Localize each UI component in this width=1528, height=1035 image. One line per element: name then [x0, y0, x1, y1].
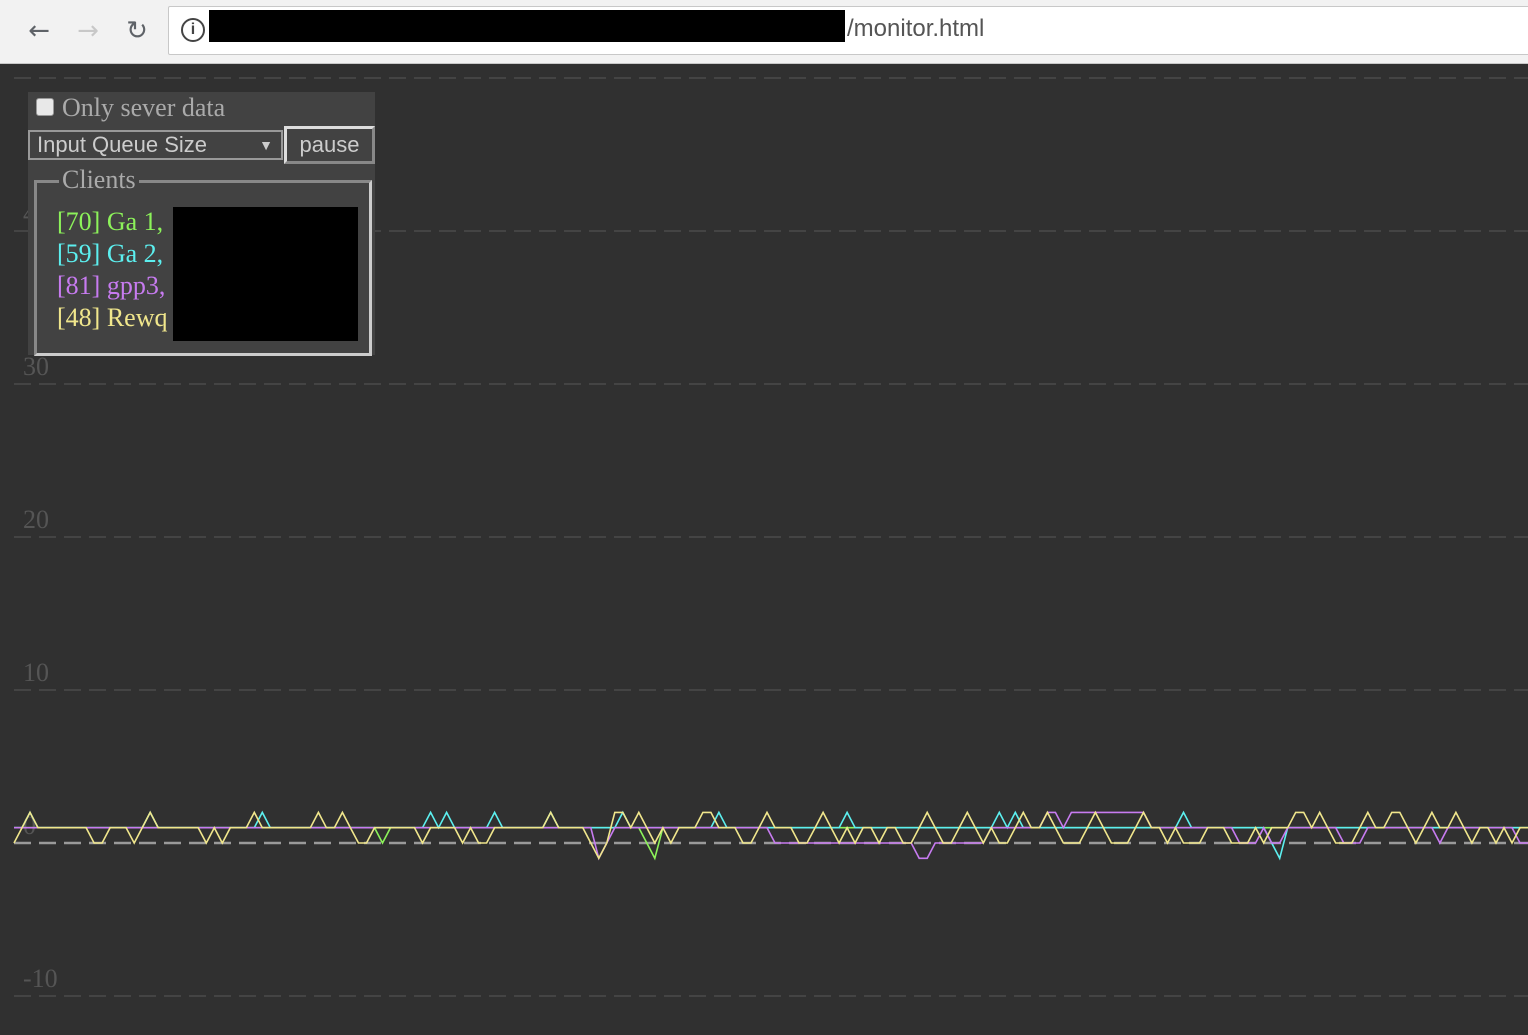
redacted-client-details [173, 207, 358, 341]
client-item: [59] Ga 2, [57, 239, 164, 268]
browser-toolbar: ← → ↻ i /monitor.html [0, 0, 1528, 64]
reload-button[interactable]: ↻ [120, 14, 154, 48]
dropdown-arrow-icon: ▼ [259, 137, 273, 153]
control-panel: Only sever data Input Queue Size ▼ pause… [28, 92, 375, 356]
clients-legend: Clients [59, 165, 139, 195]
arrow-right-icon: → [77, 16, 99, 46]
y-tick-label: 10 [23, 658, 49, 687]
only-server-checkbox[interactable] [36, 98, 54, 116]
clients-fieldset: Clients [70] Ga 1, [59] Ga 2, [81] gpp3,… [34, 165, 372, 356]
info-icon[interactable]: i [181, 18, 205, 42]
redacted-url [209, 10, 845, 42]
y-tick-label: 30 [23, 352, 49, 381]
pause-button[interactable]: pause [284, 126, 375, 164]
url-path: /monitor.html [847, 15, 985, 42]
arrow-left-icon: ← [28, 16, 50, 46]
y-tick-label: -10 [23, 964, 58, 993]
metric-select[interactable]: Input Queue Size ▼ [28, 130, 283, 160]
client-item: [70] Ga 1, [57, 207, 164, 236]
y-tick-label: 0 [23, 811, 36, 840]
metric-select-value: Input Queue Size [37, 132, 208, 157]
client-item: [81] gpp3, [57, 271, 166, 300]
client-item: [48] Rewq [57, 303, 168, 332]
y-tick-label: 20 [23, 505, 49, 534]
address-bar[interactable]: i /monitor.html [168, 6, 1528, 55]
forward-button[interactable]: → [71, 14, 105, 48]
reload-icon: ↻ [126, 16, 148, 46]
only-server-label[interactable]: Only sever data [62, 93, 225, 123]
back-button[interactable]: ← [22, 14, 56, 48]
